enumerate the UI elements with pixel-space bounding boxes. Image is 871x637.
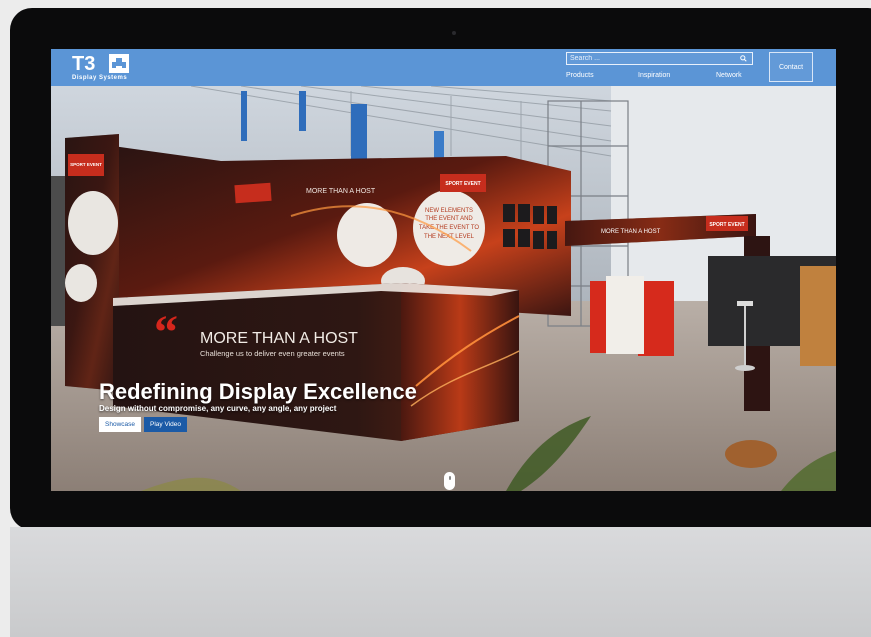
booth-title: MORE THAN A HOST (200, 330, 358, 347)
speech-bubble-line-3: TAKE THE EVENT TO (419, 225, 479, 231)
hero-headline: Redefining Display Excellence (99, 379, 417, 404)
arch-header-text: MORE THAN A HOST (601, 229, 661, 235)
nav-products[interactable]: Products (566, 72, 594, 79)
search-box[interactable] (566, 52, 753, 65)
play-video-button[interactable]: Play Video (144, 417, 187, 432)
contact-button[interactable]: Contact (769, 52, 813, 82)
speech-bubble-line-2: THE EVENT AND (425, 216, 473, 222)
quote-mark-icon: “ (154, 306, 178, 359)
wall-header-text: MORE THAN A HOST (306, 188, 376, 195)
arch-badge-text: SPORT EVENT (709, 222, 744, 228)
scroll-down-indicator[interactable] (444, 472, 455, 490)
monitor-chin (10, 527, 871, 637)
scroll-dot (448, 476, 451, 480)
webcam (452, 31, 456, 35)
logo-wordmark: T3 (72, 53, 95, 74)
speech-bubble-line-1: NEW ELEMENTS (425, 208, 473, 214)
wall-badge-text: SPORT EVENT (445, 181, 480, 187)
booth-subtitle: Challenge us to deliver even greater eve… (200, 349, 345, 358)
hero-subheadline: Design without compromise, any curve, an… (99, 404, 337, 413)
search-input[interactable] (570, 53, 735, 64)
search-icon[interactable] (740, 55, 747, 62)
website-screen: SPORT EVENT NEW ELEMENTS THE EVENT AND T… (51, 49, 836, 491)
logo-tagline: Display Systems (72, 75, 128, 81)
left-panel-badge-text: SPORT EVENT (70, 162, 102, 167)
showcase-button[interactable]: Showcase (99, 417, 141, 432)
top-navbar: T3 Display Systems Products Inspiration … (51, 49, 836, 86)
nav-inspiration[interactable]: Inspiration (638, 72, 670, 79)
nav-network[interactable]: Network (716, 72, 742, 79)
brand-logo[interactable]: T3 Display Systems (72, 52, 132, 84)
t3-logo-mark: T3 (72, 53, 129, 74)
hero-section: SPORT EVENT NEW ELEMENTS THE EVENT AND T… (51, 86, 836, 491)
